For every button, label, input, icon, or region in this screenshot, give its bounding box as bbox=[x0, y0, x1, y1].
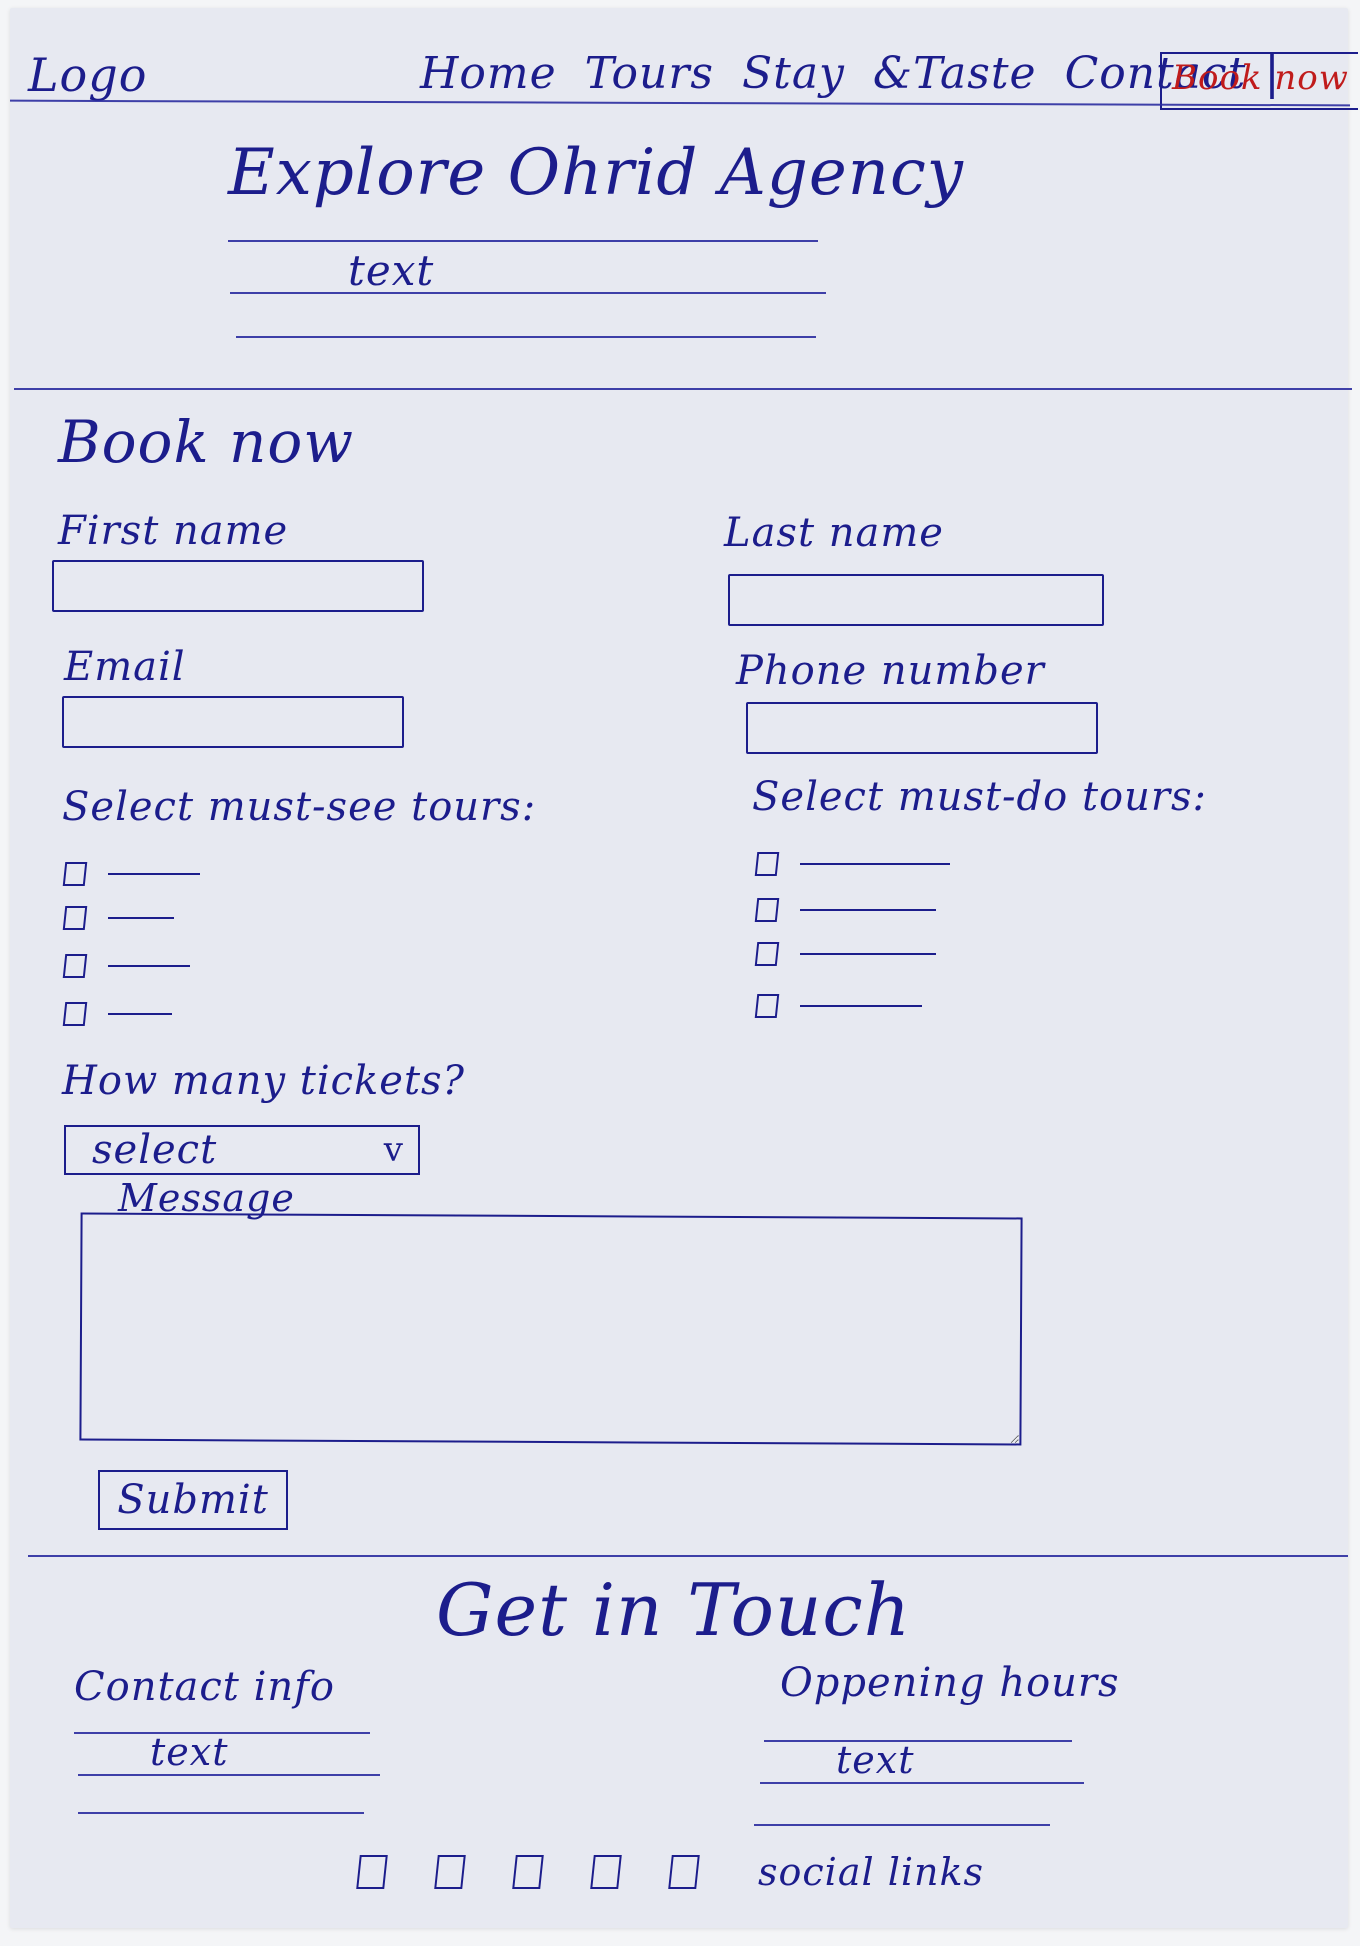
contact-info-heading: Contact info bbox=[74, 1664, 336, 1710]
hero-title: Explore Ohrid Agency bbox=[228, 136, 964, 210]
phone-field[interactable] bbox=[746, 702, 1098, 754]
checkbox[interactable] bbox=[754, 852, 780, 876]
checkbox[interactable] bbox=[754, 994, 780, 1018]
social-links: social links bbox=[356, 1850, 985, 1894]
must-see-option[interactable] bbox=[62, 906, 174, 930]
last-name-field[interactable] bbox=[728, 574, 1104, 626]
checkbox[interactable] bbox=[754, 942, 780, 966]
section-divider bbox=[14, 388, 1352, 390]
booking-heading: Book now bbox=[58, 408, 354, 476]
nav-stay[interactable]: Stay bbox=[742, 48, 845, 99]
first-name-label: First name bbox=[58, 508, 289, 554]
tickets-label: How many tickets? bbox=[62, 1058, 465, 1104]
social-links-label: social links bbox=[758, 1850, 985, 1894]
social-icon[interactable] bbox=[668, 1855, 700, 1889]
hero-line bbox=[228, 240, 818, 242]
footer-divider bbox=[28, 1555, 1348, 1557]
hero-text: text bbox=[348, 246, 435, 295]
must-see-tours-label: Select must-see tours: bbox=[62, 784, 537, 830]
contact-line bbox=[78, 1812, 364, 1814]
submit-button[interactable]: Submit bbox=[98, 1470, 288, 1530]
email-field[interactable] bbox=[62, 696, 404, 748]
must-do-tours-label: Select must-do tours: bbox=[752, 774, 1207, 820]
hero-line bbox=[236, 336, 816, 338]
tickets-select-value: select bbox=[92, 1127, 218, 1173]
contact-line bbox=[78, 1774, 380, 1776]
social-icon[interactable] bbox=[356, 1855, 388, 1889]
message-textarea[interactable] bbox=[79, 1212, 1023, 1446]
must-see-option[interactable] bbox=[62, 954, 190, 978]
must-do-option[interactable] bbox=[754, 994, 922, 1018]
checkbox[interactable] bbox=[62, 906, 88, 930]
book-now-button[interactable]: Book now bbox=[1160, 52, 1358, 110]
opening-hours-heading: Oppening hours bbox=[780, 1660, 1120, 1706]
hero-line bbox=[230, 292, 826, 294]
logo[interactable]: Logo bbox=[28, 48, 147, 102]
checkbox[interactable] bbox=[62, 862, 88, 886]
social-icon[interactable] bbox=[434, 1855, 466, 1889]
phone-label: Phone number bbox=[736, 648, 1045, 694]
main-nav: Home Tours Stay &Taste Contact | bbox=[420, 45, 1281, 99]
nav-tours[interactable]: Tours bbox=[585, 48, 714, 99]
must-see-option[interactable] bbox=[62, 862, 200, 886]
must-do-option[interactable] bbox=[754, 898, 936, 922]
checkbox[interactable] bbox=[62, 1002, 88, 1026]
social-icon[interactable] bbox=[512, 1855, 544, 1889]
must-see-option[interactable] bbox=[62, 1002, 172, 1026]
get-in-touch-heading: Get in Touch bbox=[436, 1568, 912, 1652]
contact-info-text: text bbox=[150, 1730, 229, 1774]
must-do-option[interactable] bbox=[754, 942, 936, 966]
first-name-field[interactable] bbox=[52, 560, 424, 612]
checkbox[interactable] bbox=[754, 898, 780, 922]
tickets-select[interactable]: select v bbox=[64, 1125, 420, 1175]
hours-line bbox=[760, 1782, 1084, 1784]
last-name-label: Last name bbox=[724, 510, 944, 556]
checkbox[interactable] bbox=[62, 954, 88, 978]
must-do-option[interactable] bbox=[754, 852, 950, 876]
hours-line bbox=[754, 1824, 1050, 1826]
nav-taste[interactable]: &Taste bbox=[873, 48, 1037, 99]
chevron-down-icon: v bbox=[383, 1130, 404, 1170]
hours-line bbox=[764, 1740, 1072, 1742]
nav-home[interactable]: Home bbox=[420, 48, 557, 99]
email-label: Email bbox=[64, 644, 186, 690]
social-icon[interactable] bbox=[590, 1855, 622, 1889]
opening-hours-text: text bbox=[836, 1738, 915, 1782]
